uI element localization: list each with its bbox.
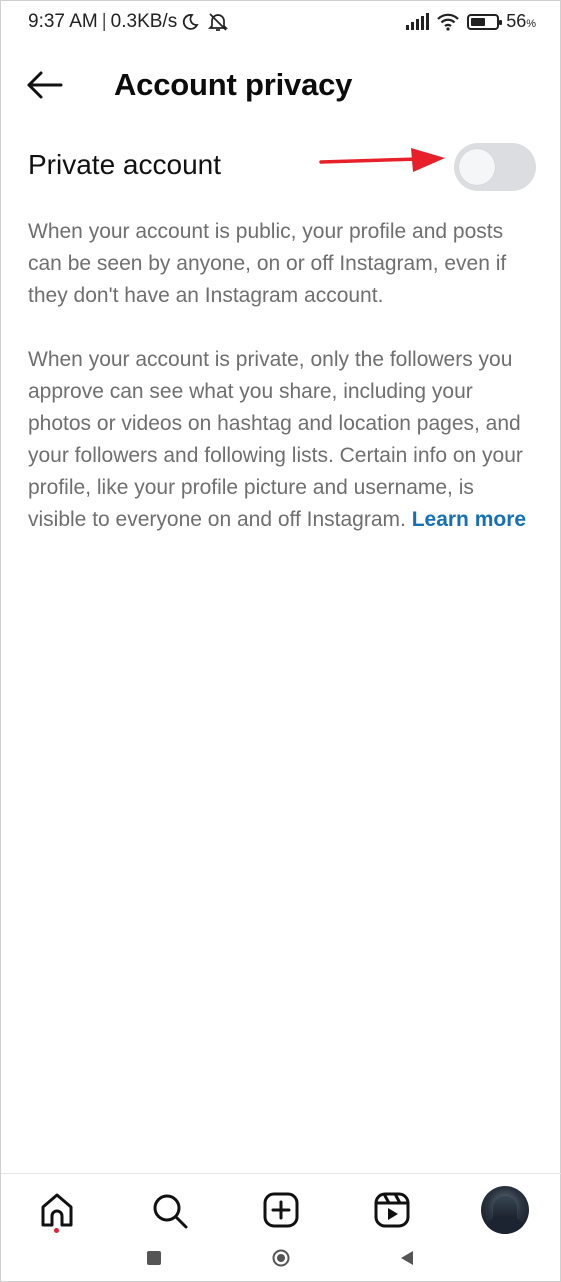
nav-create[interactable] xyxy=(259,1188,303,1232)
nav-search[interactable] xyxy=(147,1188,191,1232)
battery-level: 56 xyxy=(506,11,527,31)
private-description-text: When your account is private, only the f… xyxy=(28,348,523,531)
system-nav-bar xyxy=(1,1239,561,1279)
profile-avatar[interactable] xyxy=(481,1186,529,1234)
back-system-button[interactable] xyxy=(399,1249,415,1272)
recents-icon xyxy=(147,1251,161,1265)
status-separator: | xyxy=(101,11,107,32)
back-triangle-icon xyxy=(401,1251,413,1265)
status-network-speed: 0.3KB/s xyxy=(110,11,178,32)
screen-frame: 9:37 AM | 0.3KB/s 56% Account privacy Pr… xyxy=(0,0,561,1282)
nav-home[interactable] xyxy=(35,1188,79,1232)
page-title: Account privacy xyxy=(114,67,353,102)
status-right: 56% xyxy=(406,11,536,32)
wifi-icon xyxy=(437,13,459,31)
home-circle-icon xyxy=(272,1249,290,1267)
status-time: 9:37 AM xyxy=(28,11,98,32)
arrow-left-icon xyxy=(27,71,63,99)
status-left: 9:37 AM | 0.3KB/s xyxy=(28,11,229,33)
bottom-nav xyxy=(1,1173,561,1237)
toggle-knob xyxy=(459,149,495,185)
moon-icon xyxy=(183,14,199,30)
create-icon xyxy=(263,1192,299,1228)
public-account-description: When your account is public, your profil… xyxy=(28,220,507,307)
learn-more-link[interactable]: Learn more xyxy=(412,508,526,531)
reels-icon xyxy=(374,1192,410,1228)
private-account-label: Private account xyxy=(28,149,221,180)
private-account-row[interactable]: Private account xyxy=(1,137,561,197)
battery-unit: % xyxy=(526,18,536,30)
page-header: Account privacy xyxy=(1,53,561,117)
private-account-toggle[interactable] xyxy=(454,143,536,191)
back-button[interactable] xyxy=(23,65,67,105)
status-bar: 9:37 AM | 0.3KB/s 56% xyxy=(1,1,561,45)
private-account-description: When your account is private, only the f… xyxy=(28,344,538,536)
search-icon xyxy=(153,1194,188,1229)
battery-icon xyxy=(467,13,503,30)
home-icon xyxy=(41,1193,73,1227)
signal-icon xyxy=(406,13,430,30)
home-system-button[interactable] xyxy=(272,1249,290,1272)
battery-fill xyxy=(471,17,485,26)
notification-dot xyxy=(54,1228,59,1233)
recents-button[interactable] xyxy=(147,1251,161,1270)
red-arrow-icon xyxy=(319,148,445,172)
nav-reels[interactable] xyxy=(370,1188,414,1232)
battery-percentage: 56% xyxy=(506,11,536,32)
muted-bell-icon xyxy=(208,13,229,31)
